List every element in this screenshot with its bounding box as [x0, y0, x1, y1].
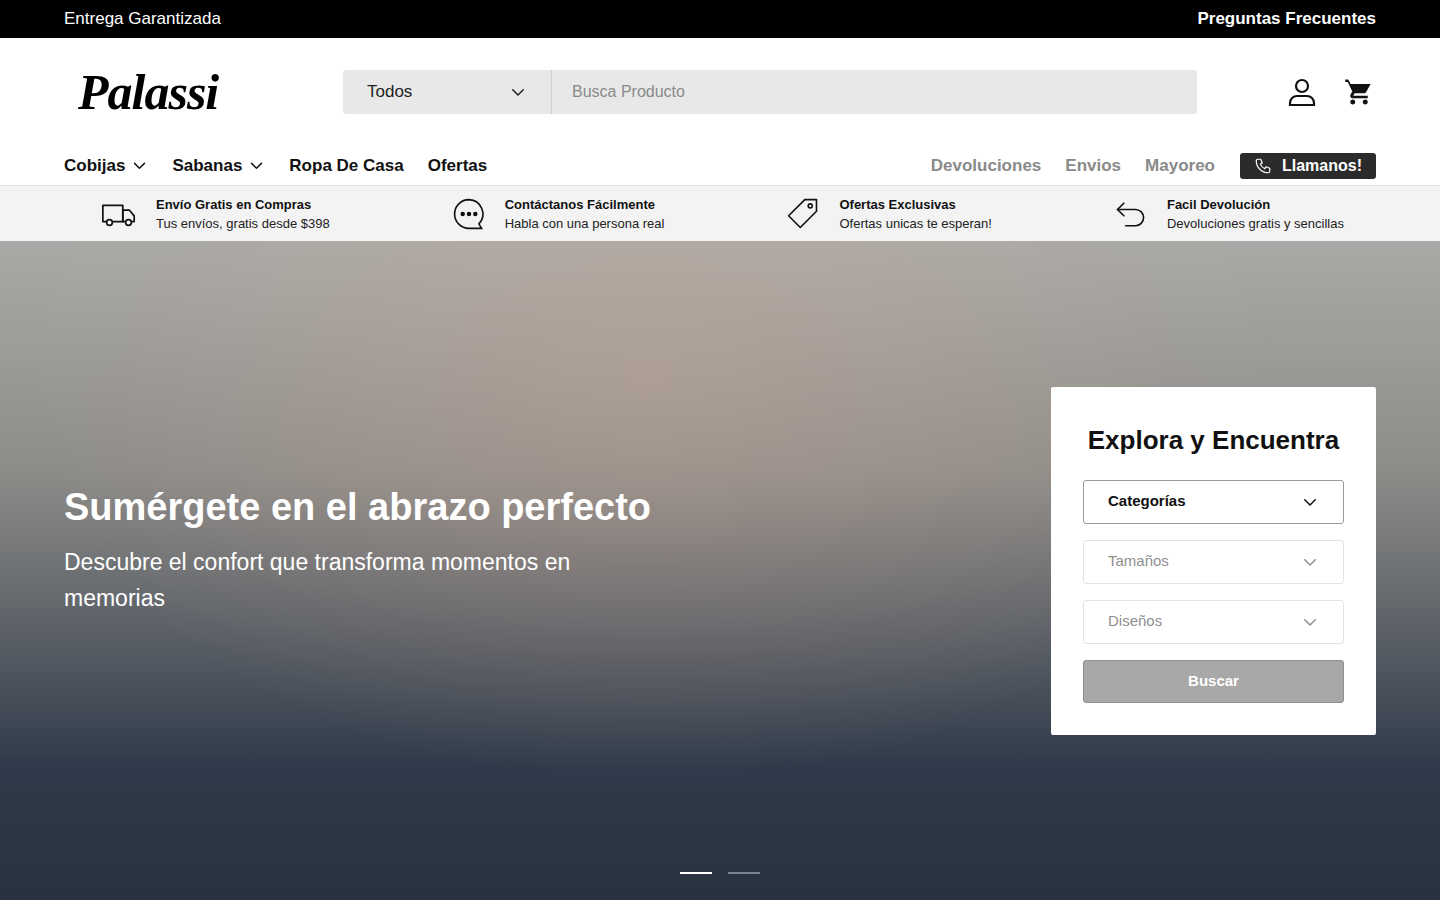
- category-value: Todos: [367, 79, 412, 105]
- nav-item[interactable]: Cobijas: [64, 153, 148, 179]
- nav-item[interactable]: Sabanas: [172, 153, 265, 179]
- slide-dot[interactable]: [680, 872, 712, 874]
- feature-item: Ofertas ExclusivasOfertas unicas te espe…: [785, 195, 991, 233]
- finder-select[interactable]: Diseños: [1083, 600, 1344, 644]
- dropdown-marker: [248, 157, 265, 174]
- finder-card: Explora y Encuentra Categorías Tamaños Dise…: [1051, 387, 1376, 735]
- chat-icon: [451, 196, 487, 232]
- nav-link[interactable]: Mayoreo: [1145, 153, 1215, 179]
- truck-icon: [100, 195, 138, 233]
- slide-dot[interactable]: [728, 872, 760, 874]
- search-bar: Todos: [343, 70, 1197, 114]
- search-input[interactable]: [552, 70, 1197, 114]
- feature-strip: Envío Gratis en ComprasTus envíos, grati…: [0, 186, 1440, 241]
- feature-item: Facil DevoluciónDevoluciones gratis y se…: [1113, 195, 1344, 233]
- cart-icon[interactable]: [1344, 77, 1374, 107]
- user-icon[interactable]: [1286, 76, 1318, 108]
- chevron-down-icon: [1301, 493, 1319, 511]
- nav-item[interactable]: Ofertas: [428, 153, 488, 179]
- nav-link[interactable]: Devoluciones: [931, 153, 1042, 179]
- chevron-down-icon: [248, 157, 265, 174]
- feature-item: Contáctanos FácilmenteHabla con una pers…: [451, 195, 665, 233]
- nav-link[interactable]: Envios: [1065, 153, 1121, 179]
- header: Palassi Todos: [0, 38, 1440, 146]
- nav-item[interactable]: Ropa De Casa: [289, 153, 403, 179]
- category-select[interactable]: Todos: [343, 70, 552, 114]
- hero-subtitle: Descubre el confort que transforma momen…: [64, 544, 664, 616]
- return-icon: [1113, 196, 1149, 232]
- delivery-note: Entrega Garantizada: [64, 6, 221, 32]
- phone-icon: [1254, 157, 1272, 175]
- chevron-down-icon: [1301, 553, 1319, 571]
- slide-dots: [0, 872, 1440, 874]
- chevron-down-icon: [131, 157, 148, 174]
- logo[interactable]: Palassi: [78, 64, 218, 120]
- finder-select[interactable]: Categorías: [1083, 480, 1344, 524]
- chevron-down-icon: [509, 83, 527, 101]
- top-bar: Entrega Garantizada Preguntas Frecuentes: [0, 0, 1440, 38]
- call-button[interactable]: Llamanos!: [1240, 153, 1376, 179]
- hero-banner: Sumérgete en el abrazo perfecto Descubre …: [0, 241, 1440, 900]
- finder-title: Explora y Encuentra: [1083, 421, 1344, 460]
- hero-title: Sumérgete en el abrazo perfecto: [64, 485, 664, 531]
- tag-icon: [785, 196, 821, 232]
- chevron-down-icon: [1301, 613, 1319, 631]
- faq-link[interactable]: Preguntas Frecuentes: [1197, 6, 1376, 32]
- search-button[interactable]: Buscar: [1083, 660, 1344, 703]
- dropdown-marker: [131, 157, 148, 174]
- finder-select[interactable]: Tamaños: [1083, 540, 1344, 584]
- feature-item: Envío Gratis en ComprasTus envíos, grati…: [100, 195, 330, 233]
- main-nav: Cobijas Sabanas Ropa De Casa Ofertas Devoluc…: [0, 146, 1440, 186]
